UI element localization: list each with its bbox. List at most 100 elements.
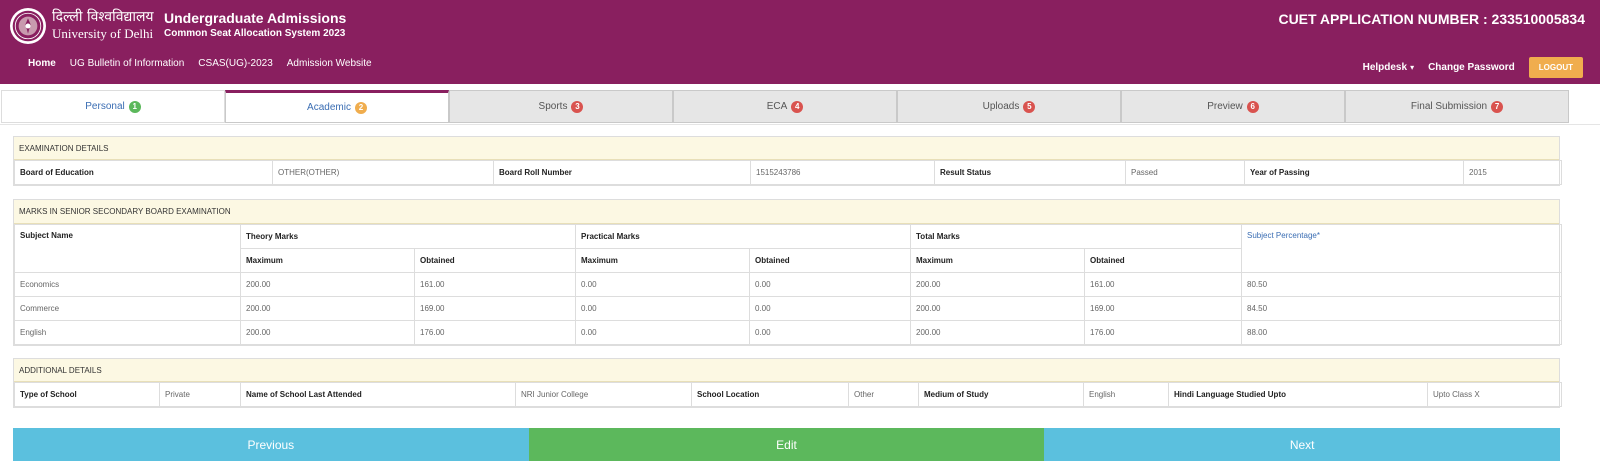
additional-details-table: Type of School Private Name of School La… xyxy=(14,382,1562,407)
tab-label: Final Submission xyxy=(1410,101,1488,112)
hindi-studied-label: Hindi Language Studied Upto xyxy=(1168,382,1428,407)
tab-academic[interactable]: Academic 2 xyxy=(225,90,449,123)
university-name-english: University of Delhi xyxy=(52,26,154,41)
practical-obtained: 0.00 xyxy=(748,272,912,297)
theory-maximum: 200.00 xyxy=(240,272,415,297)
total-maximum: 200.00 xyxy=(910,296,1086,321)
school-location-value: Other xyxy=(848,382,919,407)
school-name-label: Name of School Last Attended xyxy=(240,382,516,407)
theory-obtained: 176.00 xyxy=(414,320,576,345)
year-of-passing-value: 2015 xyxy=(1463,160,1562,185)
col-theory-obtained: Obtained xyxy=(414,248,576,273)
additional-details-section: ADDITIONAL DETAILS Type of School Privat… xyxy=(13,358,1562,408)
practical-maximum: 0.00 xyxy=(575,296,750,321)
examination-details-table: Board of Education OTHER(OTHER) Board Ro… xyxy=(14,160,1562,185)
nav-csas[interactable]: CSAS(UG)-2023 xyxy=(198,58,272,69)
university-name-hindi: दिल्ली विश्वविद्यालय xyxy=(52,9,154,25)
board-value: OTHER(OTHER) xyxy=(272,160,494,185)
col-subject-percentage: Subject Percentage* xyxy=(1241,224,1563,273)
table-row: Board of Education OTHER(OTHER) Board Ro… xyxy=(14,160,1562,185)
practical-obtained: 0.00 xyxy=(748,320,912,345)
theory-maximum: 200.00 xyxy=(240,320,415,345)
col-practical-obtained: Obtained xyxy=(748,248,912,273)
marks-section: MARKS IN SENIOR SECONDARY BOARD EXAMINAT… xyxy=(13,199,1563,346)
app-header: दिल्ली विश्वविद्यालय University of Delhi… xyxy=(0,0,1600,84)
medium-of-study-label: Medium of Study xyxy=(918,382,1084,407)
nav-admission-website[interactable]: Admission Website xyxy=(287,58,372,69)
university-name: दिल्ली विश्वविद्यालय University of Delhi xyxy=(52,8,154,42)
nav-home[interactable]: Home xyxy=(28,58,56,69)
tab-label: Academic xyxy=(307,102,351,113)
col-theory-marks: Theory Marks xyxy=(240,224,576,249)
board-label: Board of Education xyxy=(14,160,273,185)
table-row: Type of School Private Name of School La… xyxy=(14,382,1562,407)
practical-maximum: 0.00 xyxy=(575,320,750,345)
practical-obtained: 0.00 xyxy=(748,296,912,321)
tab-sports[interactable]: Sports 3 xyxy=(449,90,673,123)
subject-name: Economics xyxy=(14,272,241,297)
theory-obtained: 169.00 xyxy=(414,296,576,321)
tab-personal[interactable]: Personal 1 xyxy=(1,90,225,123)
form-action-bar: Previous Edit Next xyxy=(13,428,1561,461)
subject-name: English xyxy=(14,320,241,345)
university-seal-icon[interactable] xyxy=(10,8,46,44)
table-header-row: Subject Name Theory Marks Practical Mark… xyxy=(14,224,1563,273)
result-status-label: Result Status xyxy=(934,160,1126,185)
step-badge: 4 xyxy=(791,100,804,113)
step-badge: 5 xyxy=(1023,100,1036,113)
total-maximum: 200.00 xyxy=(910,320,1086,345)
examination-details-section: EXAMINATION DETAILS Board of Education O… xyxy=(13,136,1562,186)
helpdesk-menu[interactable]: Helpdesk ▾ xyxy=(1363,62,1414,73)
previous-button[interactable]: Previous xyxy=(13,428,529,461)
change-password-link[interactable]: Change Password xyxy=(1428,62,1515,73)
col-total-marks: Total Marks xyxy=(910,224,1243,249)
practical-maximum: 0.00 xyxy=(575,272,750,297)
app-title-main: Undergraduate Admissions xyxy=(164,10,347,26)
nav-ug-bulletin[interactable]: UG Bulletin of Information xyxy=(70,58,185,69)
subject-percentage: 80.50 xyxy=(1241,272,1563,297)
roll-number-label: Board Roll Number xyxy=(493,160,751,185)
marks-table: Subject Name Theory Marks Practical Mark… xyxy=(14,224,1563,345)
table-row: Commerce 200.00 169.00 0.00 0.00 200.00 … xyxy=(14,296,1563,321)
step-badge: 1 xyxy=(128,100,141,113)
total-obtained: 169.00 xyxy=(1084,296,1243,321)
tab-final-submission[interactable]: Final Submission 7 xyxy=(1345,90,1569,123)
step-badge: 7 xyxy=(1491,100,1504,113)
school-type-value: Private xyxy=(159,382,241,407)
theory-obtained: 161.00 xyxy=(414,272,576,297)
next-button[interactable]: Next xyxy=(1044,428,1561,461)
app-title: Undergraduate Admissions Common Seat All… xyxy=(164,10,346,41)
tab-uploads[interactable]: Uploads 5 xyxy=(897,90,1121,123)
total-maximum: 200.00 xyxy=(910,272,1086,297)
application-number: CUET APPLICATION NUMBER : 233510005834 xyxy=(1278,11,1585,27)
tab-label: ECA xyxy=(766,101,788,112)
school-location-label: School Location xyxy=(691,382,849,407)
form-tabs: Personal 1 Academic 2 Sports 3 ECA 4 Upl… xyxy=(1,90,1569,123)
school-type-label: Type of School xyxy=(14,382,160,407)
table-row: English 200.00 176.00 0.00 0.00 200.00 1… xyxy=(14,320,1563,345)
edit-button[interactable]: Edit xyxy=(528,428,1045,461)
section-heading: EXAMINATION DETAILS xyxy=(14,137,1559,160)
medium-of-study-value: English xyxy=(1083,382,1169,407)
col-practical-maximum: Maximum xyxy=(575,248,750,273)
subject-name: Commerce xyxy=(14,296,241,321)
step-badge: 6 xyxy=(1246,100,1259,113)
col-theory-maximum: Maximum xyxy=(240,248,415,273)
academic-content: EXAMINATION DETAILS Board of Education O… xyxy=(0,124,1600,472)
tab-label: Sports xyxy=(538,101,568,112)
roll-number-value: 1515243786 xyxy=(750,160,935,185)
section-heading: MARKS IN SENIOR SECONDARY BOARD EXAMINAT… xyxy=(14,200,1559,224)
chevron-down-icon: ▾ xyxy=(1410,63,1415,72)
col-subject-name: Subject Name xyxy=(14,224,241,273)
app-title-sub: Common Seat Allocation System 2023 xyxy=(164,28,346,39)
tab-label: Preview xyxy=(1207,101,1243,112)
subject-percentage: 84.50 xyxy=(1241,296,1563,321)
tab-label: Uploads xyxy=(982,101,1020,112)
result-status-value: Passed xyxy=(1125,160,1245,185)
tab-preview[interactable]: Preview 6 xyxy=(1121,90,1345,123)
tab-eca[interactable]: ECA 4 xyxy=(673,90,897,123)
theory-maximum: 200.00 xyxy=(240,296,415,321)
school-name-value: NRI Junior College xyxy=(515,382,692,407)
logout-button[interactable]: LOGOUT xyxy=(1528,57,1583,78)
col-practical-marks: Practical Marks xyxy=(574,224,912,249)
